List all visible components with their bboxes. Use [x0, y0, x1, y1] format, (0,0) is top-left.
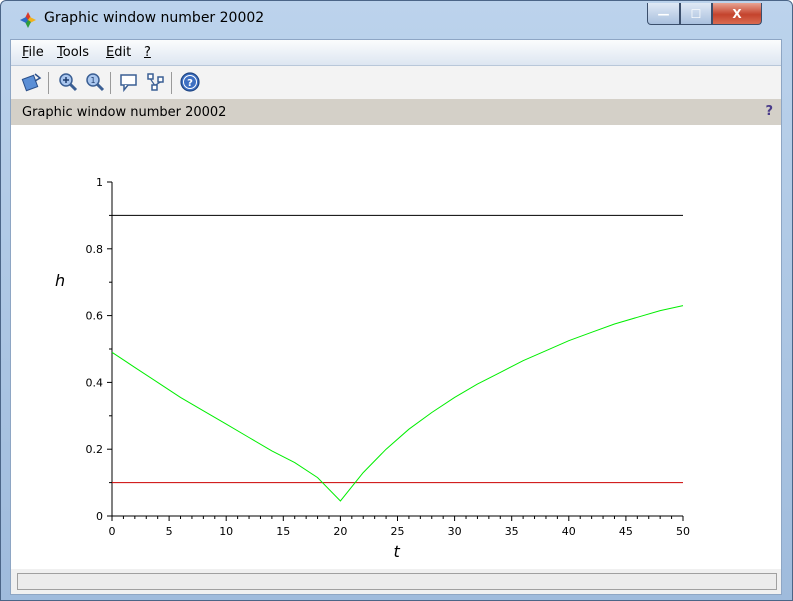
editor-icon[interactable]	[145, 71, 167, 93]
x-tick-label: 15	[276, 525, 290, 538]
y-tick-label: 0.8	[86, 243, 104, 256]
window-title: Graphic window number 20002	[44, 10, 265, 26]
axes	[107, 181, 684, 521]
x-tick-label: 5	[166, 525, 173, 538]
svg-text:1: 1	[90, 76, 95, 85]
plot-canvas[interactable]: 0 5 10 15 20 25 30 35 40 45 50 0 0.2 0.4 0.6 0.8 1 t h	[11, 125, 781, 569]
x-tick-label: 0	[109, 525, 116, 538]
toolbar: 1 ?	[11, 66, 781, 99]
x-tick-label: 30	[448, 525, 462, 538]
zoom-icon[interactable]	[57, 71, 79, 93]
plot-svg: 0 5 10 15 20 25 30 35 40 45 50 0 0.2 0.4 0.6 0.8 1 t h	[55, 176, 690, 561]
close-button[interactable]: X	[712, 3, 762, 25]
menu-edit[interactable]: Edit	[106, 45, 131, 60]
rotate-icon[interactable]	[21, 71, 43, 93]
svg-text:?: ?	[187, 78, 193, 89]
maximize-button[interactable]: ☐	[680, 3, 712, 25]
y-tick-label: 0	[96, 510, 103, 523]
minimize-icon: —	[657, 6, 670, 21]
y-tick-label: 0.4	[86, 376, 104, 389]
info-help-icon[interactable]: ?	[765, 104, 773, 119]
x-tick-label: 20	[333, 525, 347, 538]
unzoom-icon[interactable]: 1	[84, 71, 106, 93]
y-tick-label: 1	[96, 176, 103, 189]
x-tick-label: 10	[219, 525, 233, 538]
datatip-icon[interactable]	[118, 71, 140, 93]
x-tick-label: 40	[562, 525, 576, 538]
y-tick-label: 0.2	[86, 443, 104, 456]
series-line-2	[111, 305, 684, 502]
status-bar	[17, 573, 777, 590]
help-icon[interactable]: ?	[179, 71, 201, 93]
window-client-area: File Tools Edit ? 1 ? Graphic window num…	[10, 39, 782, 595]
y-tick-label: 0.6	[86, 310, 104, 323]
info-bar: Graphic window number 20002 ?	[11, 99, 781, 125]
menu-file[interactable]: File	[22, 45, 44, 60]
graphic-window: Graphic window number 20002 — ☐ X File T…	[0, 0, 793, 601]
menu-bar: File Tools Edit ?	[11, 40, 781, 66]
x-tick-label: 25	[391, 525, 405, 538]
axis-labels: 0 5 10 15 20 25 30 35 40 45 50 0 0.2 0.4 0.6 0.8 1 t h	[55, 176, 690, 561]
close-icon: X	[732, 6, 742, 21]
menu-tools[interactable]: Tools	[57, 45, 89, 60]
x-axis-label: t	[394, 542, 401, 561]
minimize-button[interactable]: —	[647, 3, 680, 25]
x-tick-label: 35	[505, 525, 519, 538]
y-axis-label: h	[55, 271, 65, 290]
scilab-app-icon	[20, 12, 36, 28]
title-bar[interactable]: Graphic window number 20002 — ☐ X	[1, 1, 792, 39]
menu-help[interactable]: ?	[144, 45, 151, 60]
plot-series	[111, 214, 684, 502]
info-bar-text: Graphic window number 20002	[22, 105, 227, 120]
x-tick-label: 45	[619, 525, 633, 538]
x-tick-label: 50	[676, 525, 690, 538]
maximize-icon: ☐	[690, 6, 702, 21]
